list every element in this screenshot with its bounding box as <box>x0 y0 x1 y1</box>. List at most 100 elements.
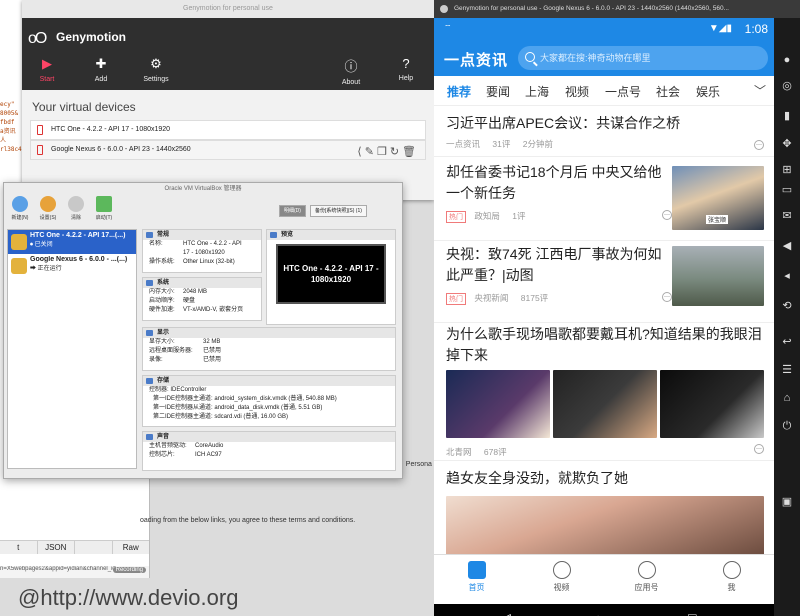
nav-channels[interactable]: 应用号 <box>604 555 689 604</box>
camera-icon[interactable]: ◎ <box>781 80 793 92</box>
settings-button[interactable]: ⚙ Settings <box>131 56 181 83</box>
detail-row: 第一IDE控制器从通道: android_data_disk.vmdk (普通,… <box>143 404 395 413</box>
detail-row: 第二IDE控制器主通道: sdcard.vdi (普通, 16.00 GB) <box>143 413 395 422</box>
news-item[interactable]: 趋女友全身没劲，就欺负了她 <box>446 468 764 556</box>
persona-text: ✕ Persona <box>398 461 432 468</box>
search-input[interactable]: 大家都在搜:神奇动物在哪里 <box>518 46 768 70</box>
share-icon[interactable]: ⟨ <box>357 146 364 158</box>
battery-icon[interactable]: ▮ <box>781 110 793 122</box>
volume-down-icon[interactable]: ◂ <box>781 270 793 282</box>
detail-row: 硬件加速: VT-x/AMD-V, 嵌套分页 <box>143 306 261 315</box>
copy-icon[interactable]: ❐ <box>377 146 390 158</box>
nav-video[interactable]: 视频 <box>519 555 604 604</box>
detail-value: ICH AC97 <box>195 452 222 458</box>
section-title[interactable]: 声音 <box>143 432 395 442</box>
tab-headlines[interactable]: 要闻 <box>486 83 510 100</box>
gear-icon <box>40 196 56 212</box>
response-tabs: t JSON Raw <box>0 540 150 554</box>
dismiss-icon[interactable]: — <box>754 444 764 454</box>
home-circle-icon[interactable]: ○ <box>594 610 602 616</box>
start-button[interactable]: ▶ Start <box>22 56 72 83</box>
start-label: Start <box>39 76 55 83</box>
hot-badge: 热门 <box>446 293 466 305</box>
sms-icon[interactable]: ✉ <box>781 210 793 222</box>
window-title: Oracle VM VirtualBox 管理器 <box>164 186 242 192</box>
settings-button[interactable]: 设置(S) <box>34 196 62 221</box>
news-thumbnail <box>446 496 764 556</box>
vm-item[interactable]: Google Nexus 6 - 6.0.0 - ...(...) ➡ 正在运行 <box>8 254 136 278</box>
section-title[interactable]: 显示 <box>143 328 395 338</box>
gps-icon[interactable]: ● <box>781 54 793 66</box>
section-title[interactable]: 预览 <box>267 230 395 240</box>
news-item[interactable]: 央视：致74死 江西电厂事故为何如此严重？|动图 热门 央视新闻 8175评 — <box>446 244 764 322</box>
news-title: 却任省委书记18个月后 中央又给他一个新任务 <box>446 164 662 201</box>
trash-icon[interactable]: 🗑 <box>402 146 419 158</box>
rotate-icon[interactable]: ⟲ <box>781 300 793 312</box>
reset-icon[interactable]: ↻ <box>390 146 402 158</box>
detail-key: 显存大小: <box>149 339 175 345</box>
tab-recommend[interactable]: 推荐 <box>447 83 471 100</box>
about-button[interactable]: ⓘ About <box>326 56 376 86</box>
add-button[interactable]: ✚ Add <box>76 56 126 83</box>
tab-text[interactable]: t <box>0 541 38 554</box>
new-vm-button[interactable]: 新建(N) <box>6 196 34 221</box>
tab-yidianhao[interactable]: 一点号 <box>605 83 641 100</box>
tab-details[interactable]: 明细(D) <box>279 205 306 217</box>
news-item[interactable]: 却任省委书记18个月后 中央又给他一个新任务 热门 政知局 1评 — 张宝顺 <box>446 162 764 240</box>
back-icon[interactable]: ◁ <box>500 610 511 616</box>
wrench-icon[interactable]: ✎ <box>365 146 377 158</box>
code-line: fbdf <box>0 119 15 126</box>
nav-home[interactable]: 首页 <box>434 555 519 604</box>
volume-up-icon[interactable]: ◀ <box>781 240 793 252</box>
tab-entertainment[interactable]: 娱乐 <box>696 83 720 100</box>
url-text: n=X5webpages2&appid=yidian&channel_id=..… <box>0 566 125 572</box>
move-icon[interactable]: ✥ <box>781 138 793 150</box>
dismiss-icon[interactable]: — <box>754 140 764 150</box>
tab-json[interactable]: JSON <box>38 541 75 554</box>
device-name: Google Nexus 6 - 6.0.0 - API 23 - 1440x2… <box>51 146 191 153</box>
tab-video[interactable]: 视频 <box>565 83 589 100</box>
dismiss-icon[interactable]: — <box>662 210 672 220</box>
genymotion-toolbar: oO Genymotion ▶ Start ✚ Add ⚙ Settings ⓘ… <box>22 18 434 90</box>
news-comments: 1评 <box>512 211 526 221</box>
back-side-icon[interactable]: ↩ <box>781 336 793 348</box>
discard-button[interactable]: 清除 <box>62 196 90 221</box>
tab-raw[interactable]: Raw <box>113 541 150 554</box>
recents-icon[interactable]: □ <box>688 610 696 616</box>
news-item[interactable]: 为什么歌手现场唱歌都要戴耳机?知道结果的我眼泪掉下来 北青网 678评 — <box>446 324 764 457</box>
bottom-navigation: 首页 视频 应用号 我 <box>434 554 774 604</box>
channel-tabs: 推荐 要闻 上海 视频 一点号 社会 娱乐 ﹀ <box>434 76 774 106</box>
device-row[interactable]: HTC One - 4.2.2 - API 17 - 1080x1920 <box>30 120 426 140</box>
news-time: 2分钟前 <box>522 139 553 149</box>
screenshot-icon[interactable]: ▣ <box>781 496 793 508</box>
dismiss-icon[interactable]: — <box>662 292 672 302</box>
help-button[interactable]: ? Help <box>381 56 431 82</box>
power-icon[interactable]: ⏻ <box>781 420 793 432</box>
tab-shanghai[interactable]: 上海 <box>525 83 549 100</box>
nav-me[interactable]: 我 <box>689 555 774 604</box>
genymotion-logo: oO <box>28 30 47 47</box>
tab-snapshots[interactable]: 备份[系统快照](S) (1) <box>309 205 367 217</box>
section-title[interactable]: 存储 <box>143 376 395 386</box>
section-title[interactable]: 常规 <box>143 230 261 240</box>
request-url: n=X5webpages2&appid=yidian&channel_id=..… <box>0 566 149 578</box>
news-item[interactable]: 习近平出席APEC会议：共谋合作之桥 一点资讯 31评 2分钟前 — <box>446 113 764 150</box>
start-button[interactable]: 启动(T) <box>90 196 118 221</box>
network-icon[interactable]: ⊞ <box>781 164 793 176</box>
vm-state: ⏺ 已关闭 <box>30 242 53 248</box>
phone-icon <box>37 145 43 155</box>
section-title[interactable]: 系统 <box>143 278 261 288</box>
status-time: 1:08 <box>744 22 768 36</box>
device-row[interactable]: Google Nexus 6 - 6.0.0 - API 23 - 1440x2… <box>30 140 426 160</box>
tab-blank[interactable] <box>75 541 113 554</box>
home-side-icon[interactable]: ⌂ <box>781 392 793 404</box>
menu-icon[interactable]: ☰ <box>781 364 793 376</box>
chevron-down-icon[interactable]: ﹀ <box>754 82 766 99</box>
id-icon[interactable]: ▭ <box>781 184 793 196</box>
window-title: Genymotion for personal use <box>22 0 434 18</box>
vm-item[interactable]: HTC One - 4.2.2 - API 17...(...) ⏺ 已关闭 <box>8 230 136 254</box>
detail-value: 硬盘 <box>183 298 196 304</box>
tab-society[interactable]: 社会 <box>656 83 680 100</box>
detail-key: 名称: <box>149 241 163 247</box>
detail-row: 主机音频驱动: CoreAudio <box>143 442 395 451</box>
